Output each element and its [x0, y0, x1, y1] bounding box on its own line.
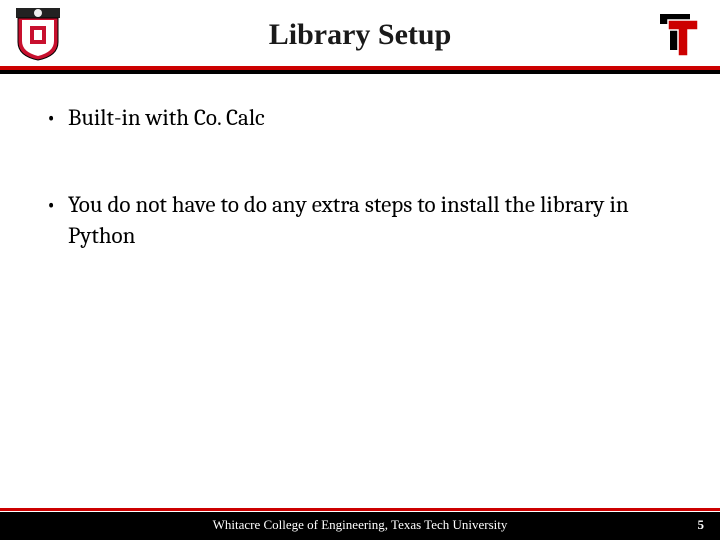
bullet-text: You do not have to do any extra steps to…: [68, 189, 676, 251]
bullet-text: Built-in with Co. Calc: [68, 102, 676, 133]
bullet-item: • You do not have to do any extra steps …: [44, 189, 676, 251]
bullet-marker: •: [44, 102, 68, 133]
slide-footer: Whitacre College of Engineering, Texas T…: [0, 512, 720, 540]
bullet-marker: •: [44, 189, 68, 220]
page-number: 5: [698, 517, 705, 533]
slide-body: • Built-in with Co. Calc • You do not ha…: [0, 70, 720, 251]
slide-title: Library Setup: [0, 18, 720, 52]
double-t-logo-icon: [656, 10, 706, 60]
slide-header: Library Setup: [0, 0, 720, 70]
footer-accent-bar: [0, 508, 720, 511]
footer-text: Whitacre College of Engineering, Texas T…: [0, 517, 720, 533]
bullet-item: • Built-in with Co. Calc: [44, 102, 676, 133]
